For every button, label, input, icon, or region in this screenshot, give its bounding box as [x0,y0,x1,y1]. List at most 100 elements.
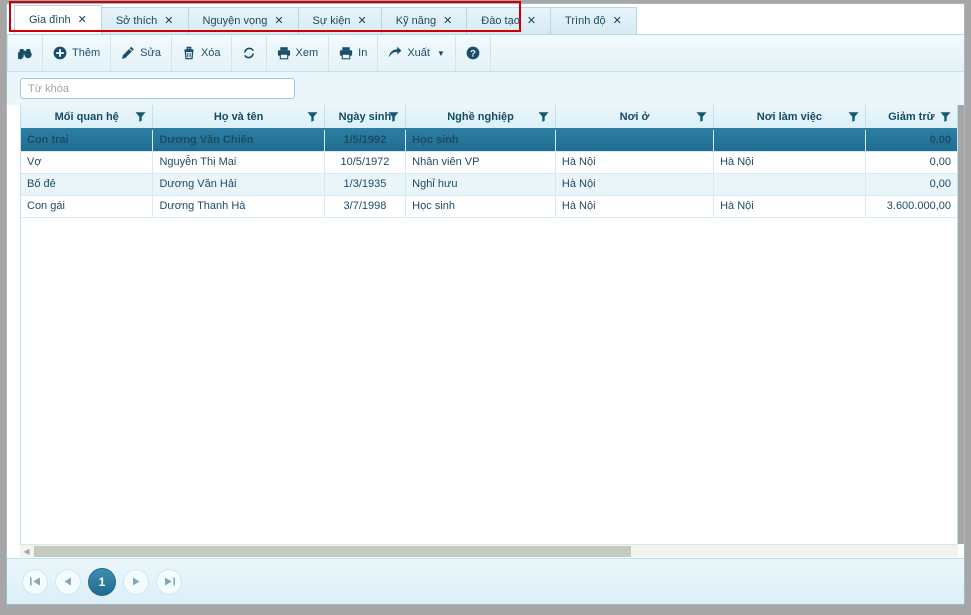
cell-workplace[interactable]: Hà Nội [713,195,866,218]
cell-residence[interactable]: Hà Nội [555,173,715,196]
tab-close-icon[interactable]: ✕ [613,15,622,27]
printer-icon [277,46,291,60]
column-header-workplace[interactable]: Nơi làm việc [713,105,866,130]
table-row[interactable]: Bố đẻ Dương Văn Hải 1/3/1935 Nghỉ hưu Hà Nội… [21,173,957,196]
cell-dob[interactable]: 3/7/1998 [324,195,407,218]
column-header-fullname[interactable]: Họ và tên [152,105,325,130]
pagination-bar: 1 [7,558,964,604]
tab-label: Nguyện vọng [202,15,268,27]
filter-icon [940,111,951,122]
column-header-inner: Họ và tên [159,105,318,128]
filter-icon[interactable] [848,111,859,122]
table-row[interactable]: Vợ Nguyễn Thị Mai 10/5/1972 Nhân viên VP Hà … [21,151,957,174]
cell-relation[interactable]: Con gái [21,195,154,218]
print-button[interactable]: In [329,35,379,71]
vertical-scrollbar[interactable] [958,105,964,544]
tab-close-icon[interactable]: ✕ [357,15,366,27]
tab-5[interactable]: Kỹ năng ✕ [380,7,468,34]
last-page-icon [164,577,175,586]
cell-residence[interactable]: Hà Nội [555,195,715,218]
export-button[interactable]: Xuất ▼ [378,35,456,71]
edit-button[interactable]: Sửa [111,35,172,71]
tab-bar: Gia đình ✕ Sở thích ✕ Nguyện vọng ✕ Sự kiện ✕ Kỹ… [7,4,964,35]
filter-icon [848,111,859,122]
trash-icon [182,46,196,60]
scroll-left-arrow-icon[interactable]: ◀ [20,545,33,557]
tab-close-icon[interactable]: ✕ [527,15,536,27]
find-button[interactable] [7,35,43,71]
cell-residence[interactable]: Hà Nội [555,151,715,174]
cell-job[interactable]: Nhân viên VP [405,151,556,174]
column-header-label: Nơi ở [619,110,650,123]
search-input[interactable] [20,78,295,99]
refresh-icon [242,46,256,60]
help-button[interactable]: ? [456,35,491,71]
filter-icon[interactable] [538,111,549,122]
question-circle-icon: ? [466,46,480,60]
cell-residence[interactable] [555,129,715,152]
tab-label: Sở thích [115,15,158,27]
delete-button[interactable]: Xóa [172,35,232,71]
refresh-button[interactable] [232,35,267,71]
pager-last-button[interactable] [156,568,182,595]
preview-button[interactable]: Xem [267,35,330,71]
cell-deduction[interactable]: 0,00 [865,151,957,174]
tab-7[interactable]: Trình độ ✕ [550,7,637,34]
column-header-job[interactable]: Nghề nghiệp [405,105,556,130]
tab-2[interactable]: Sở thích ✕ [100,7,189,34]
pager-prev-button[interactable] [55,568,81,595]
cell-relation[interactable]: Con trai [21,129,154,152]
filter-icon [307,111,318,122]
cell-relation[interactable]: Vợ [21,151,154,174]
table-row[interactable]: Con gái Dương Thanh Hà 3/7/1998 Học sinh Hà … [21,195,957,218]
pager-next-button[interactable] [123,568,149,595]
tab-6[interactable]: Đào tạo ✕ [466,7,552,34]
cell-dob[interactable]: 10/5/1972 [324,151,407,174]
tab-close-icon[interactable]: ✕ [274,15,283,27]
cell-job[interactable]: Học sinh [405,129,556,152]
add-button[interactable]: Thêm [43,35,112,71]
table-row[interactable]: Con trai Dương Văn Chiến 1/5/1992 Học sinh 0… [21,129,957,152]
column-header-deduction[interactable]: Giảm trừ [865,105,957,130]
cell-fullname[interactable]: Dương Văn Hải [152,173,325,196]
cell-deduction[interactable]: 0,00 [865,173,957,196]
filter-icon[interactable] [135,111,146,122]
horizontal-scrollbar-thumb[interactable] [34,546,631,557]
tab-close-icon[interactable]: ✕ [443,15,452,27]
cell-dob[interactable]: 1/5/1992 [324,129,407,152]
tab-close-icon[interactable]: ✕ [164,15,173,27]
cell-job[interactable]: Nghỉ hưu [405,173,556,196]
tab-close-icon[interactable]: ✕ [78,14,87,26]
tab-4[interactable]: Sự kiện ✕ [297,7,382,34]
horizontal-scrollbar[interactable]: ◀ [20,544,958,557]
column-header-dob[interactable]: Ngày sinh [324,105,407,130]
cell-dob[interactable]: 1/3/1935 [324,173,407,196]
tab-3[interactable]: Nguyện vọng ✕ [187,7,299,34]
cell-fullname[interactable]: Dương Thanh Hà [152,195,325,218]
cell-workplace[interactable] [713,173,866,196]
filter-icon[interactable] [307,111,318,122]
cell-workplace[interactable] [713,129,866,152]
cell-job[interactable]: Học sinh [405,195,556,218]
plus-circle-icon [53,46,67,60]
column-header-residence[interactable]: Nơi ở [555,105,715,130]
filter-icon[interactable] [696,111,707,122]
cell-workplace[interactable]: Hà Nội [713,151,866,174]
column-header-relation[interactable]: Mối quan hệ [21,105,154,130]
cell-fullname[interactable]: Nguyễn Thị Mai [152,151,325,174]
column-header-inner: Nơi làm việc [720,105,859,128]
tab-1[interactable]: Gia đình ✕ [14,5,102,34]
cell-deduction[interactable]: 3.600.000,00 [865,195,957,218]
tab-label: Sự kiện [312,15,351,27]
cell-fullname[interactable]: Dương Văn Chiến [152,129,325,152]
filter-icon[interactable] [940,111,951,122]
toolbar: Thêm Sửa Xóa Xem In Xuất ▼? [7,35,964,72]
chevron-down-icon[interactable]: ▼ [437,49,445,58]
first-page-icon [29,577,40,586]
cell-relation[interactable]: Bố đẻ [21,173,154,196]
pencil-icon [121,46,135,60]
cell-deduction[interactable]: 0,00 [865,129,957,152]
filter-icon[interactable] [388,111,399,122]
pager-page-1-button[interactable]: 1 [88,567,116,596]
pager-first-button[interactable] [22,568,48,595]
